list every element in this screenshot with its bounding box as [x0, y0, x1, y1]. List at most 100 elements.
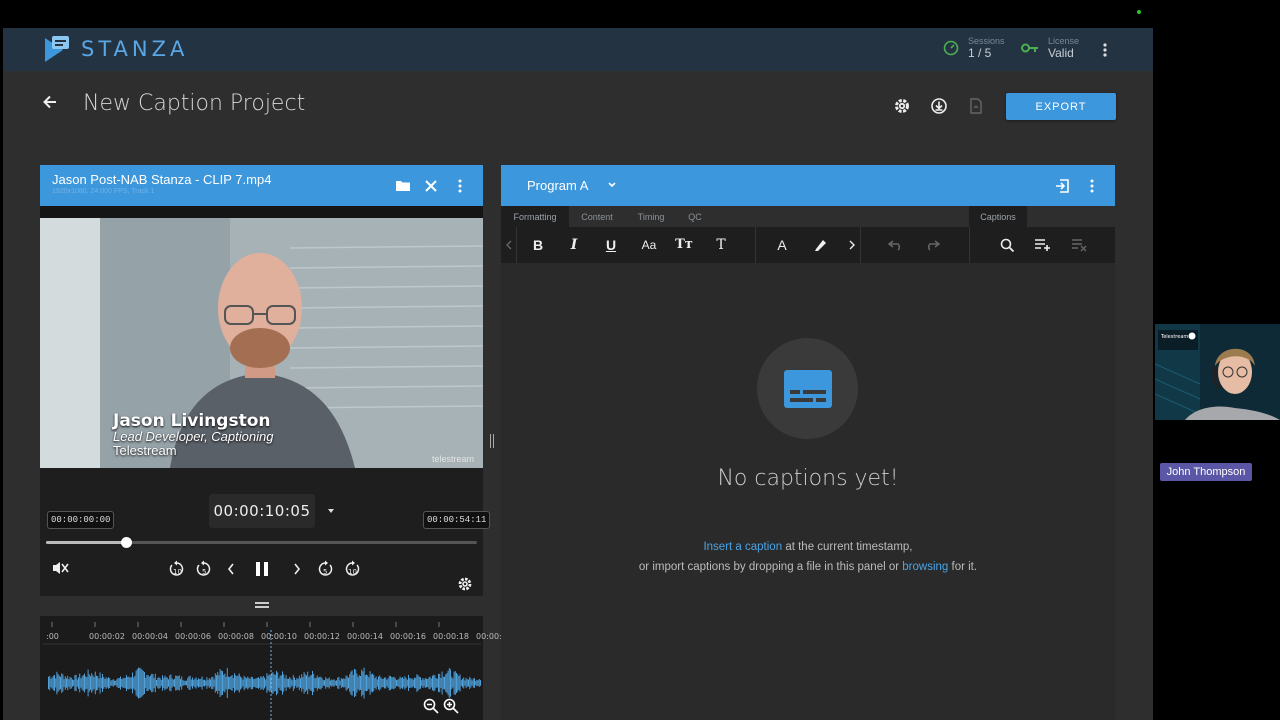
rewind-5-icon[interactable]: 5: [195, 560, 213, 578]
toolbar-divider: [860, 227, 861, 263]
scroll-right-icon[interactable]: [848, 240, 856, 250]
pause-icon[interactable]: [254, 560, 270, 578]
export-button[interactable]: EXPORT: [1006, 93, 1116, 120]
insert-caption-link[interactable]: Insert a caption: [703, 541, 782, 553]
media-menu-icon[interactable]: [452, 178, 468, 194]
seek-bar-fill: [46, 541, 127, 544]
sessions-label: Sessions: [968, 36, 1005, 46]
player-settings-icon[interactable]: [457, 576, 473, 592]
participant-frame: Telestream: [1155, 324, 1280, 420]
tab-qc[interactable]: QC: [677, 206, 713, 227]
rewind-10-icon[interactable]: 10: [168, 560, 186, 578]
program-selector[interactable]: Program A: [527, 178, 588, 193]
transport-controls: 00:00:00:00 00:00:10:05 00:00:54:11 10 5…: [40, 468, 491, 616]
clear-captions-icon[interactable]: [1071, 238, 1089, 252]
svg-text:5: 5: [202, 568, 206, 576]
import-suffix: for it.: [951, 561, 978, 573]
chevron-down-icon[interactable]: [607, 181, 617, 189]
italic-icon[interactable]: I: [564, 236, 584, 254]
zoom-in-icon[interactable]: [443, 698, 459, 714]
waveform-graphic: [42, 622, 481, 720]
toolbar-divider: [516, 227, 517, 263]
empty-state-hint-line-1: Insert a caption at the current timestam…: [501, 541, 1115, 553]
lower-third-name: Jason Livingston: [113, 411, 271, 431]
video-letterbox: [40, 206, 483, 218]
video-watermark: telestream: [432, 454, 475, 464]
seek-bar[interactable]: [46, 537, 477, 548]
brand-name: STANZA: [81, 37, 189, 61]
close-icon[interactable]: [423, 178, 439, 194]
toolbar-divider: [969, 227, 970, 263]
scroll-left-icon[interactable]: [505, 240, 513, 250]
svg-text:10: 10: [173, 568, 182, 576]
app-menu-icon[interactable]: [1099, 42, 1111, 58]
tab-captions[interactable]: Captions: [969, 206, 1027, 227]
page-header: New Caption Project EXPORT: [3, 71, 1153, 143]
svg-text:5: 5: [323, 568, 327, 576]
timecode-dropdown-icon[interactable]: [326, 506, 336, 516]
gauge-icon: [943, 40, 959, 56]
import-prefix: or import captions by dropping a file in…: [638, 561, 900, 573]
previous-frame-icon[interactable]: [226, 562, 236, 576]
top-bar: STANZA Sessions 1 / 5 License Valid: [3, 28, 1153, 71]
empty-state-badge: [757, 338, 858, 439]
font-size-icon[interactable]: Aa: [638, 236, 660, 254]
editor-tabs: Formatting Content Timing QC Captions: [501, 206, 1115, 227]
media-file-info: 1920x1080, 24.000 FPS, Track 1: [52, 188, 155, 195]
mute-icon[interactable]: [51, 560, 69, 576]
text-color-icon[interactable]: A: [772, 236, 792, 254]
forward-10-icon[interactable]: 10: [343, 560, 361, 578]
zoom-out-icon[interactable]: [423, 698, 439, 714]
sessions-value: 1 / 5: [968, 46, 992, 60]
captions-panel-header: Program A: [501, 165, 1115, 206]
settings-gear-icon[interactable]: [893, 97, 911, 115]
audio-waveform[interactable]: :00 00:00:02 00:00:04 00:00:06 00:00:08 00:00…: [40, 616, 502, 720]
insert-caption-suffix: at the current timestamp,: [785, 541, 913, 553]
add-caption-icon[interactable]: [1034, 238, 1052, 252]
find-replace-icon[interactable]: [999, 237, 1015, 253]
drag-handle-icon[interactable]: [255, 602, 269, 609]
captions-list-area[interactable]: No captions yet! Insert a caption at the…: [501, 263, 1115, 720]
file-icon[interactable]: [967, 97, 985, 115]
participant-video: Telestream: [1155, 324, 1280, 420]
svg-text:10: 10: [348, 568, 357, 576]
underline-icon[interactable]: U: [601, 236, 621, 254]
forward-5-icon[interactable]: 5: [316, 560, 334, 578]
toolbar-divider: [755, 227, 756, 263]
panel-resize-handle[interactable]: [40, 596, 483, 616]
seek-thumb[interactable]: [121, 537, 133, 548]
captions-menu-icon[interactable]: [1084, 178, 1100, 194]
current-timecode[interactable]: 00:00:10:05: [209, 494, 315, 528]
key-icon: [1021, 43, 1038, 53]
end-time: 00:00:54:11: [423, 511, 491, 529]
subtitles-icon: [783, 369, 832, 408]
download-icon[interactable]: [930, 97, 948, 115]
lower-third-company: Telestream: [113, 443, 177, 458]
browse-link[interactable]: browsing: [902, 561, 948, 573]
folder-icon[interactable]: [395, 178, 411, 194]
license-value: Valid: [1048, 46, 1074, 60]
redo-icon[interactable]: [924, 239, 940, 251]
svg-text:Telestream: Telestream: [1160, 334, 1188, 340]
highlighter-icon[interactable]: [812, 237, 828, 253]
logo: STANZA: [41, 34, 188, 64]
tab-timing[interactable]: Timing: [625, 206, 677, 227]
bold-icon[interactable]: B: [528, 236, 548, 254]
split-panel-handle[interactable]: [490, 434, 494, 448]
undo-icon[interactable]: [888, 239, 904, 251]
start-time: 00:00:00:00: [47, 511, 115, 529]
import-icon[interactable]: [1054, 178, 1070, 194]
tab-content[interactable]: Content: [569, 206, 625, 227]
back-arrow-icon[interactable]: [41, 93, 59, 111]
sessions-indicator: Sessions 1 / 5: [943, 36, 1005, 60]
recording-indicator: [1137, 10, 1141, 14]
stanza-app: STANZA Sessions 1 / 5 License Valid New …: [3, 28, 1153, 720]
text-icon[interactable]: T: [711, 236, 731, 254]
video-player[interactable]: Jason Livingston Lead Developer, Caption…: [40, 218, 483, 468]
next-frame-icon[interactable]: [292, 562, 302, 576]
empty-state-title: No captions yet!: [717, 466, 899, 491]
tab-formatting[interactable]: Formatting: [501, 206, 569, 227]
font-style-icon[interactable]: Tт: [674, 236, 694, 254]
stanza-logo-icon: [45, 36, 69, 62]
participant-name-tag: John Thompson: [1160, 463, 1252, 481]
